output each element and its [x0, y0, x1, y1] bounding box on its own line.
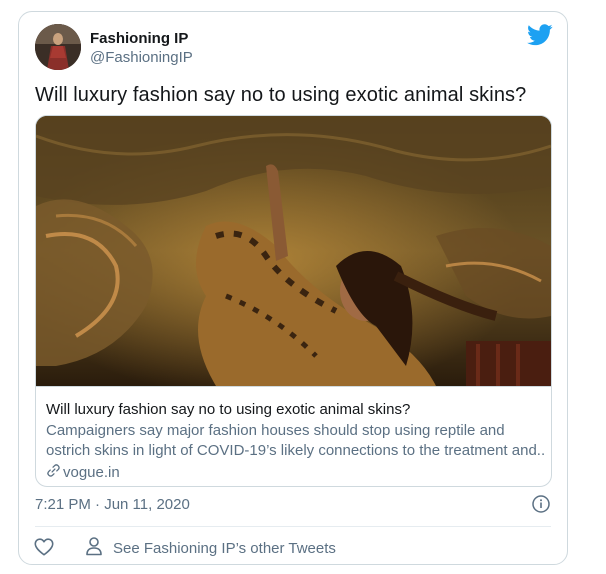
author-handle[interactable]: @FashioningIP — [90, 49, 193, 66]
tweet-text: Will luxury fashion say no to using exot… — [35, 84, 527, 106]
author-name[interactable]: Fashioning IP — [90, 30, 188, 47]
card-description-line: ostrich skins in light of COVID-19’s lik… — [46, 442, 546, 459]
twitter-bird-icon[interactable] — [527, 24, 553, 46]
card-description-line: Campaigners say major fashion houses sho… — [46, 422, 505, 439]
heart-icon — [33, 538, 55, 562]
info-icon[interactable] — [531, 494, 551, 514]
card-image — [36, 116, 551, 386]
card-body[interactable]: Will luxury fashion say no to using exot… — [36, 386, 551, 486]
tweet-embed: Fashioning IP @FashioningIP Will luxury … — [18, 11, 568, 565]
avatar[interactable] — [35, 24, 81, 70]
divider — [35, 526, 551, 527]
tweet-timestamp[interactable]: 7:21 PM · Jun 11, 2020 — [35, 496, 190, 513]
card-domain[interactable]: vogue.in — [46, 463, 120, 482]
see-other-tweets-link[interactable]: See Fashioning IP’s other Tweets — [85, 536, 336, 560]
link-icon — [46, 463, 61, 482]
card-domain-text[interactable]: vogue.in — [63, 464, 120, 481]
person-icon — [85, 536, 103, 560]
link-card[interactable]: Will luxury fashion say no to using exot… — [35, 115, 552, 487]
card-title[interactable]: Will luxury fashion say no to using exot… — [46, 401, 410, 418]
card-description: Campaigners say major fashion houses sho… — [46, 421, 546, 461]
see-other-tweets-label[interactable]: See Fashioning IP’s other Tweets — [113, 540, 336, 557]
like-button[interactable] — [33, 536, 55, 558]
